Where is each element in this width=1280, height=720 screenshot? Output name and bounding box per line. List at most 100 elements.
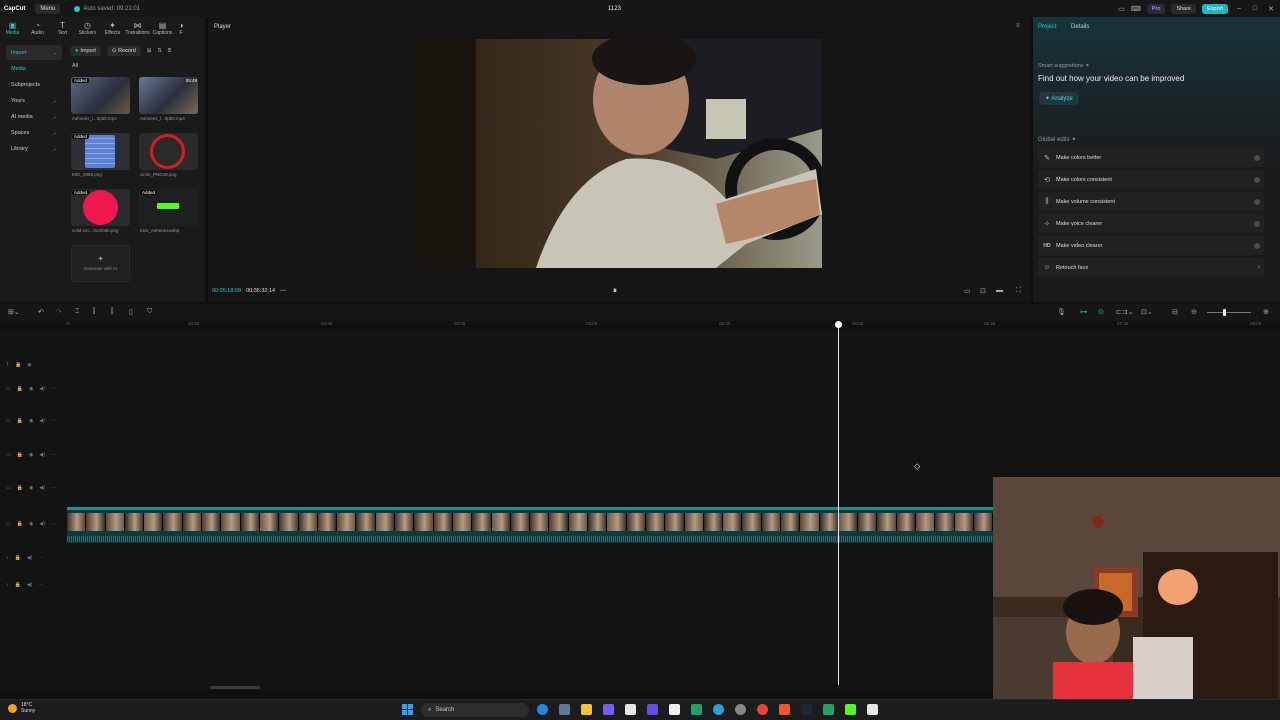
global-edit-retouch-face[interactable]: ☺ Retouch face ›: [1038, 258, 1264, 277]
lock-icon[interactable]: 🔒: [17, 452, 23, 458]
toggle-switch[interactable]: [1254, 198, 1260, 205]
toggle-switch[interactable]: [1254, 242, 1260, 249]
microphone-icon[interactable]: 🎙: [1057, 308, 1066, 316]
audio-icon[interactable]: ◀): [39, 418, 45, 424]
snap-icon[interactable]: ⊟: [1172, 308, 1178, 316]
menu-button[interactable]: Menu: [35, 3, 61, 14]
tab-project[interactable]: Project: [1038, 24, 1057, 30]
edge-icon[interactable]: [537, 704, 548, 715]
pause-button[interactable]: ⏸: [613, 286, 617, 296]
fullscreen-icon[interactable]: ⛶: [1016, 287, 1021, 295]
video-preview[interactable]: [416, 39, 822, 268]
preview-axis-icon[interactable]: ⊏⊐⌄: [1116, 308, 1134, 316]
tool-transitions[interactable]: ⋈ Transitions: [125, 17, 150, 39]
redo-icon[interactable]: ↷: [56, 308, 62, 316]
sidebar-item-subprojects[interactable]: Subprojects: [6, 77, 62, 92]
media-thumbnail[interactable]: Added: [71, 133, 130, 170]
split-right-icon[interactable]: ⫿: [111, 308, 113, 316]
grid-view-icon[interactable]: ⊞: [147, 48, 152, 54]
global-edit-voice-clearer[interactable]: ✧ Make voice clearer: [1038, 214, 1264, 233]
global-edit-volume-consistent[interactable]: ⫼ Make volume consistent: [1038, 192, 1264, 211]
time-ruler[interactable]: 0f 03:00 04:40 04:00 05:00 05:30 06:00 0…: [66, 321, 1280, 330]
tool-media[interactable]: ▣ Media: [0, 17, 25, 39]
lock-icon[interactable]: 🔒: [17, 485, 23, 491]
taskbar-search[interactable]: ⌕ Search: [421, 703, 529, 717]
media-thumbnail[interactable]: Added: [71, 189, 130, 226]
media-thumbnail[interactable]: Added: [139, 189, 198, 226]
more-icon[interactable]: ⋯: [38, 582, 43, 588]
tool-effects[interactable]: ✦ Effects: [100, 17, 125, 39]
toggle-switch[interactable]: [1254, 154, 1260, 161]
zoom-out-icon[interactable]: ⊖: [1191, 308, 1197, 316]
more-icon[interactable]: ⋯: [51, 485, 56, 491]
more-icon[interactable]: ⋯: [51, 418, 56, 424]
video-clip[interactable]: [67, 507, 993, 543]
steam-icon[interactable]: [801, 704, 812, 715]
more-icon[interactable]: ⋯: [51, 452, 56, 458]
generate-ai-tile[interactable]: ✦ Generate with AI: [71, 245, 130, 282]
brave-icon[interactable]: [779, 704, 790, 715]
undo-icon[interactable]: ↶: [38, 308, 44, 316]
select-tool-icon[interactable]: ⊞⌄: [8, 308, 20, 316]
all-filter-label[interactable]: All: [72, 63, 78, 69]
split-icon[interactable]: ⌶: [75, 308, 79, 316]
lock-icon[interactable]: 🔒: [17, 386, 23, 392]
sidebar-item-media[interactable]: Media: [6, 61, 62, 76]
audio-icon[interactable]: ◀): [27, 582, 33, 588]
magnet-icon[interactable]: ⊙: [1098, 308, 1104, 316]
media-thumbnail[interactable]: Added: [71, 77, 130, 114]
file-explorer-icon[interactable]: [581, 704, 592, 715]
zoom-slider[interactable]: [1207, 312, 1251, 313]
maximize-icon[interactable]: □: [1250, 5, 1260, 12]
lock-icon[interactable]: 🔒: [17, 418, 23, 424]
audio-icon[interactable]: ◀): [39, 386, 45, 392]
eye-icon[interactable]: ◉: [29, 452, 33, 458]
telegram-icon[interactable]: [713, 704, 724, 715]
kick-icon[interactable]: [845, 704, 856, 715]
tool-audio[interactable]: ◔ Audio: [25, 17, 50, 39]
global-edit-colors-consistent[interactable]: ⟲ Make colors consistent: [1038, 170, 1264, 189]
export-button[interactable]: Export: [1202, 3, 1228, 14]
toggle-switch[interactable]: [1254, 176, 1260, 183]
fit-icon[interactable]: ▭: [964, 287, 971, 295]
toggle-switch[interactable]: [1254, 220, 1260, 227]
media-thumbnail[interactable]: 05:49: [139, 77, 198, 114]
audio-icon[interactable]: ◀): [39, 485, 45, 491]
analyze-button[interactable]: ✦ Analyze: [1039, 92, 1079, 105]
ratio-icon[interactable]: ▬: [996, 287, 1003, 294]
eye-icon[interactable]: ◉: [29, 485, 33, 491]
more-icon[interactable]: ⋯: [51, 386, 56, 392]
xbox-icon[interactable]: [691, 704, 702, 715]
import-button[interactable]: ● Import: [70, 46, 101, 56]
tool-stickers[interactable]: ◷ Stickers: [75, 17, 100, 39]
audio-icon[interactable]: ◀): [39, 452, 45, 458]
delete-icon[interactable]: ▯: [129, 308, 133, 316]
lock-icon[interactable]: 🔒: [15, 555, 21, 561]
global-edit-colors-better[interactable]: ✎ Make colors better: [1038, 148, 1264, 167]
monitor-app-icon[interactable]: [559, 704, 570, 715]
sidebar-item-ai-media[interactable]: AI media ⌄: [6, 109, 62, 124]
timeline-scrollbar[interactable]: [210, 686, 260, 689]
filter-icon[interactable]: ⩩: [168, 48, 171, 55]
obs-icon[interactable]: [735, 704, 746, 715]
weather-widget[interactable]: 18°C Sunny: [8, 702, 35, 714]
notes-app-icon[interactable]: [625, 704, 636, 715]
project-name[interactable]: 1123: [608, 6, 621, 12]
tool-filters[interactable]: ◑ F: [175, 17, 187, 39]
more-icon[interactable]: ⋯: [51, 521, 56, 527]
obsidian-icon[interactable]: [647, 704, 658, 715]
tab-details[interactable]: Details: [1071, 24, 1089, 30]
capcut-icon[interactable]: [669, 704, 680, 715]
eye-icon[interactable]: ◉: [29, 386, 33, 392]
crop-icon[interactable]: ⊡: [980, 287, 986, 295]
audio-icon[interactable]: ◀): [39, 521, 45, 527]
eye-icon[interactable]: ◉: [29, 521, 33, 527]
fit-timeline-icon[interactable]: ⊡⌄: [1141, 308, 1153, 316]
player-menu-icon[interactable]: ≡: [1016, 23, 1020, 29]
minimize-icon[interactable]: –: [1234, 5, 1244, 12]
shortcuts-icon[interactable]: ⌨: [1131, 5, 1141, 13]
capcut-active-icon[interactable]: [867, 704, 878, 715]
more-icon[interactable]: ⋯: [38, 555, 43, 561]
lock-icon[interactable]: 🔒: [17, 521, 23, 527]
chrome-icon[interactable]: [757, 704, 768, 715]
